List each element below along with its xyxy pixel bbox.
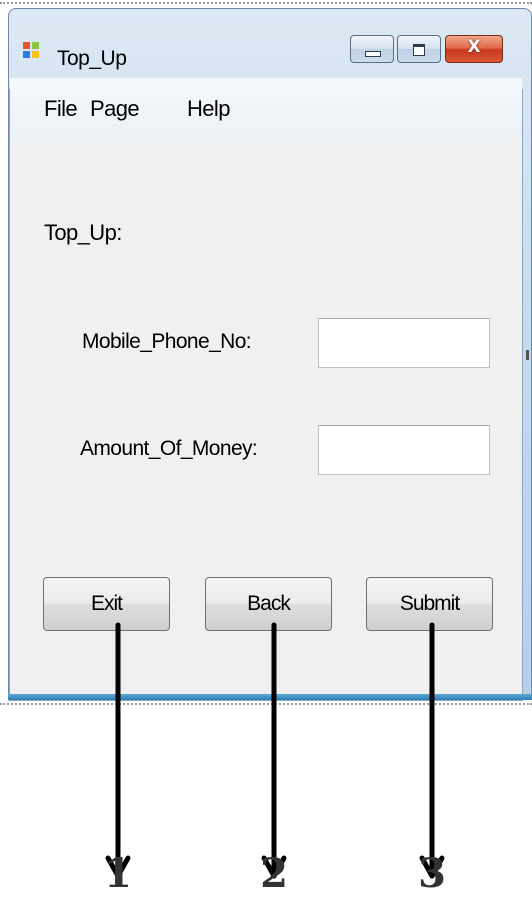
- title-bar[interactable]: Top_Up X: [9, 9, 531, 70]
- amount-of-money-input[interactable]: [318, 425, 490, 475]
- exit-button[interactable]: Exit: [43, 577, 170, 631]
- mobile-phone-label: Mobile_Phone_No:: [82, 330, 252, 353]
- dotted-separator-top: [0, 2, 532, 4]
- close-icon: X: [467, 37, 481, 57]
- callout-number-1: 1: [104, 850, 132, 897]
- menu-item-help[interactable]: Help: [187, 96, 230, 122]
- amount-of-money-label: Amount_Of_Money:: [80, 437, 258, 460]
- minimize-button[interactable]: [350, 35, 394, 63]
- mobile-phone-input[interactable]: [318, 318, 490, 368]
- app-window: Top_Up X File Page Help Top_Up: Mobile_P…: [8, 8, 532, 701]
- menu-bar: File Page Help: [10, 78, 522, 150]
- menu-item-file[interactable]: File: [44, 96, 78, 122]
- maximize-icon: [413, 44, 425, 56]
- form-heading: Top_Up:: [44, 220, 122, 245]
- submit-button[interactable]: Submit: [366, 577, 493, 631]
- maximize-button[interactable]: [397, 35, 441, 63]
- back-button[interactable]: Back: [205, 577, 332, 631]
- client-area: File Page Help Top_Up: Mobile_Phone_No: …: [9, 78, 523, 701]
- window-bottom-border: [8, 694, 532, 700]
- edge-tick: [526, 350, 529, 360]
- minimize-icon: [365, 51, 381, 57]
- menu-item-page[interactable]: Page: [90, 96, 140, 122]
- page: Top_Up X File Page Help Top_Up: Mobile_P…: [0, 0, 532, 917]
- windows-forms-app-icon: [23, 42, 39, 58]
- callout-number-3: 3: [418, 850, 446, 897]
- dotted-separator-bottom: [0, 703, 532, 705]
- window-title: Top_Up: [57, 47, 127, 70]
- callout-number-2: 2: [260, 850, 288, 897]
- close-button[interactable]: X: [445, 35, 503, 63]
